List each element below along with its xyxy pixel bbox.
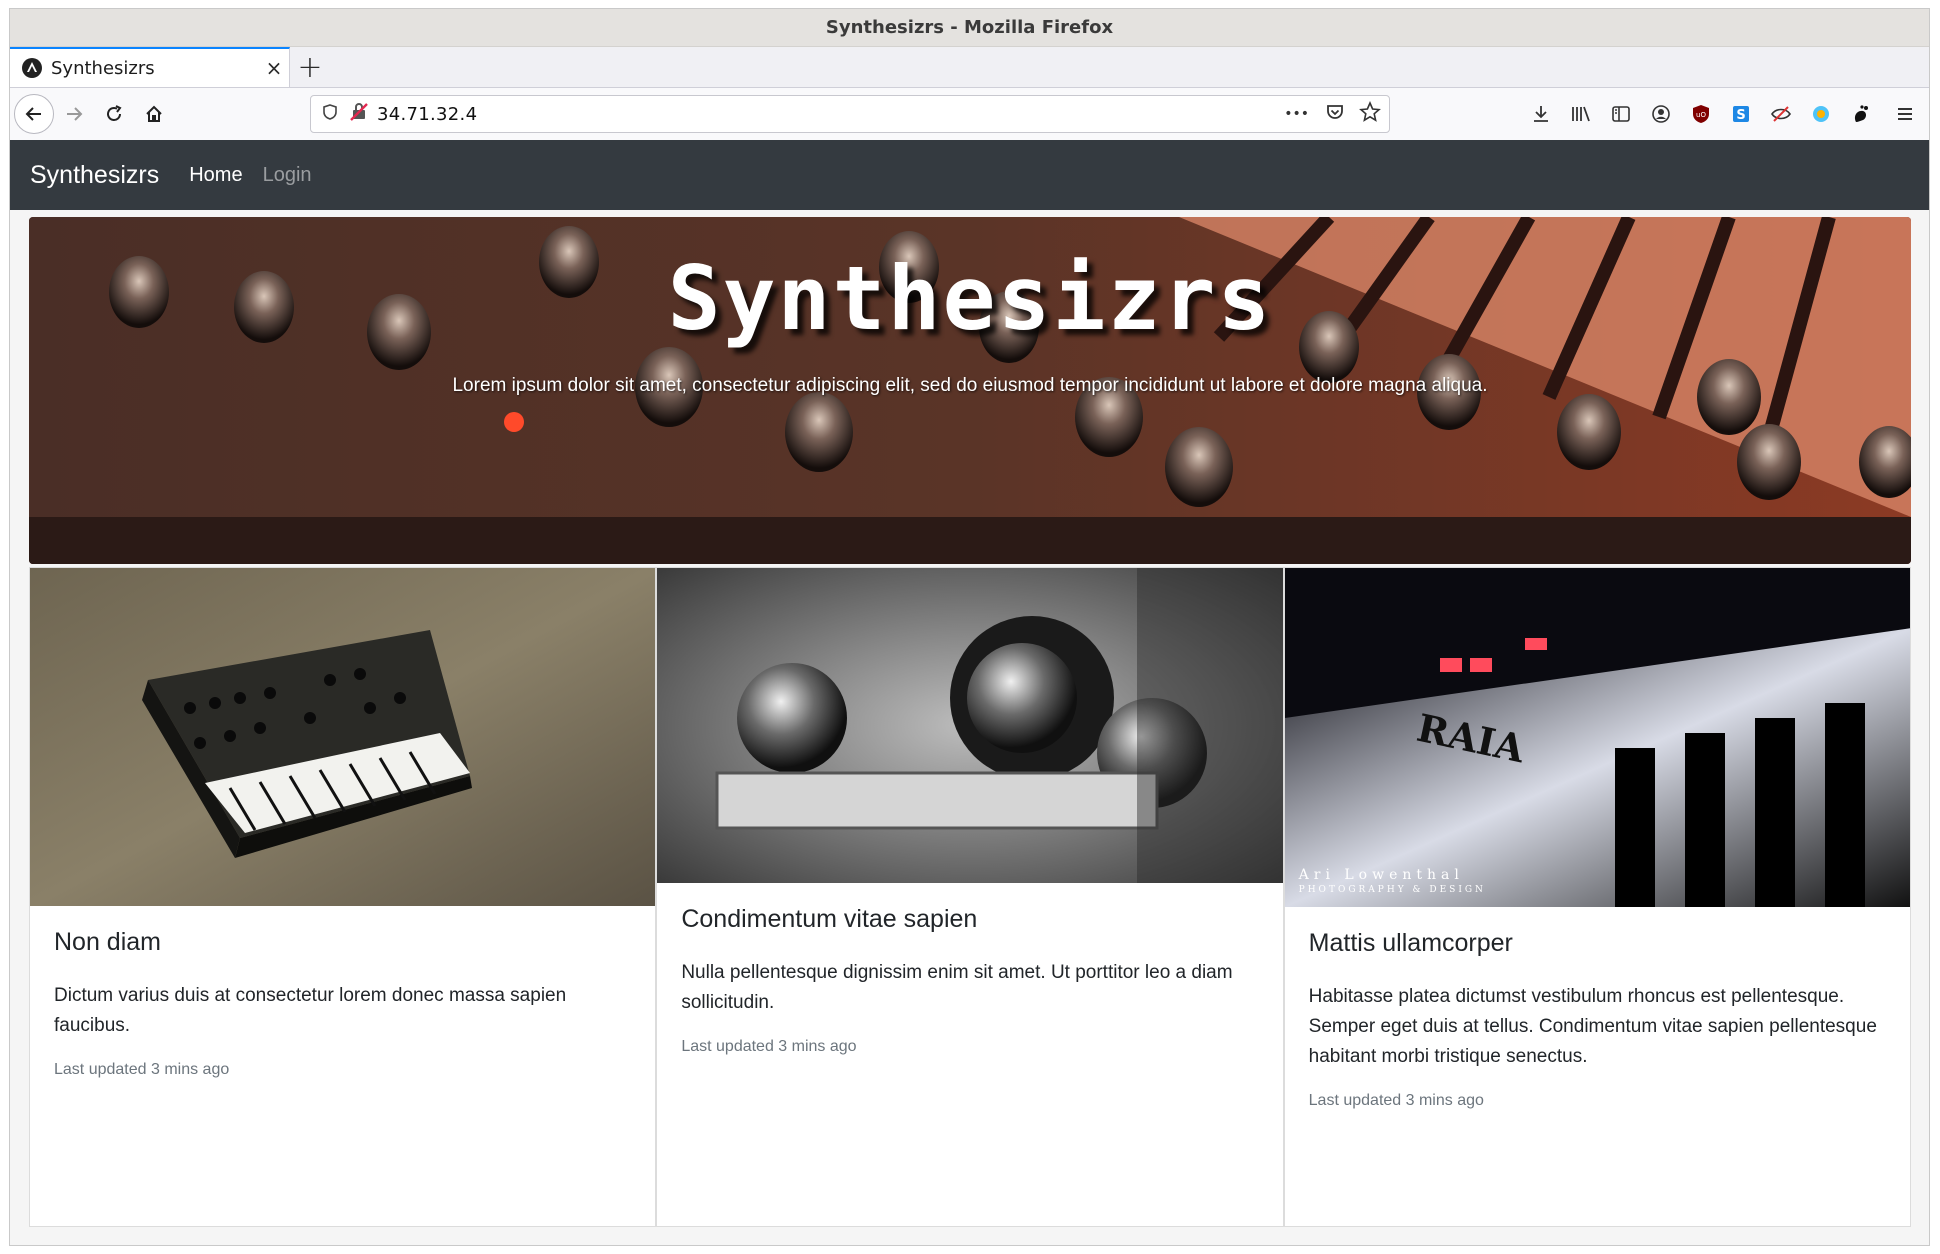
web-page: Synthesizrs Home Login Synthesizrs Lorem… [10,140,1929,1245]
globe-extension-icon[interactable] [1801,94,1841,134]
page-actions-more-icon[interactable]: ••• [1284,106,1309,122]
nav-link-login[interactable]: Login [263,164,312,187]
site-brand[interactable]: Synthesizrs [30,161,159,190]
card-image-roland-sh01: RAIA Ari Lowenthal PHOTOGRAPHY & DESIGN [1284,568,1910,907]
back-arrow-icon [25,107,41,121]
url-bar[interactable]: 34.71.32.4 ••• [310,95,1390,133]
bookmark-star-icon[interactable] [1359,100,1381,127]
card-text: Dictum varius duis at consectetur lorem … [54,985,567,1036]
reload-button[interactable] [94,94,134,134]
skype-s-extension-icon[interactable]: S [1721,94,1761,134]
card-image-knobs-bw [657,568,1283,883]
eye-slash-extension-icon[interactable] [1761,94,1801,134]
nav-link-home[interactable]: Home [189,164,242,187]
svg-text:uO: uO [1696,111,1706,119]
card-body: Mattis ullamcorper Habitasse platea dict… [1285,907,1910,1132]
photo-credit: Ari Lowenthal PHOTOGRAPHY & DESIGN [1299,867,1486,895]
gnome-extension-icon[interactable] [1841,94,1881,134]
reload-icon [107,105,122,121]
insecure-connection-icon[interactable] [349,102,369,126]
tab-close-icon[interactable]: × [259,56,289,80]
angular-favicon-icon [22,58,42,78]
navigation-toolbar: 34.71.32.4 ••• uO S [10,88,1929,141]
hero-title: Synthesizrs [667,247,1273,350]
svg-text:S: S [1736,108,1745,123]
back-button[interactable] [14,94,54,134]
library-icon[interactable] [1561,94,1601,134]
hero-subtitle: Lorem ipsum dolor sit amet, consectetur … [452,375,1488,396]
new-tab-button[interactable]: + [290,47,330,87]
sidebar-icon[interactable] [1601,94,1641,134]
window-title-bar: Synthesizrs - Mozilla Firefox [10,9,1929,47]
card-body: Condimentum vitae sapien Nulla pellentes… [657,883,1282,1078]
card-text: Nulla pellentesque dignissim enim sit am… [681,962,1233,1013]
tracking-protection-shield-icon[interactable] [321,103,339,125]
card-last-updated: Last updated 3 mins ago [681,1038,857,1055]
hamburger-menu-icon[interactable] [1881,94,1929,134]
browser-tab[interactable]: Synthesizrs × [10,47,290,87]
card-last-updated: Last updated 3 mins ago [1308,1092,1484,1109]
card-image-korg-synth [30,568,656,906]
home-button[interactable] [134,94,174,134]
card-text: Habitasse platea dictumst vestibulum rho… [1308,986,1877,1067]
browser-window: Synthesizrs - Mozilla Firefox Synthesizr… [9,8,1930,1246]
ublock-origin-icon[interactable]: uO [1681,94,1721,134]
card-condimentum: Condimentum vitae sapien Nulla pellentes… [656,567,1284,1227]
pocket-icon[interactable] [1325,102,1345,126]
tab-strip: Synthesizrs × + [10,47,1929,88]
card-title: Non diam [54,928,161,956]
home-icon [146,105,162,122]
account-icon[interactable] [1641,94,1681,134]
forward-arrow-icon [67,107,83,121]
card-title: Mattis ullamcorper [1308,929,1513,957]
forward-button[interactable] [54,94,94,134]
card-last-updated: Last updated 3 mins ago [54,1061,230,1078]
toolbar-right-icons: uO S [1521,94,1929,134]
downloads-icon[interactable] [1521,94,1561,134]
card-non-diam: Non diam Dictum varius duis at consectet… [29,567,657,1227]
card-mattis: RAIA Ari Lowenthal PHOTOGRAPHY & DESIGN … [1283,567,1911,1227]
window-title: Synthesizrs - Mozilla Firefox [825,17,1114,38]
photo-credit-name: Ari Lowenthal [1298,867,1464,883]
site-navbar: Synthesizrs Home Login [10,140,1929,210]
photo-credit-subtitle: PHOTOGRAPHY & DESIGN [1298,885,1486,895]
card-body: Non diam Dictum varius duis at consectet… [30,906,655,1101]
tab-title: Synthesizrs [51,57,155,79]
hero-jumbotron: Synthesizrs Lorem ipsum dolor sit amet, … [29,217,1911,564]
url-text[interactable]: 34.71.32.4 [377,104,1284,125]
card-deck: Non diam Dictum varius duis at consectet… [29,567,1911,1227]
card-title: Condimentum vitae sapien [681,905,978,933]
